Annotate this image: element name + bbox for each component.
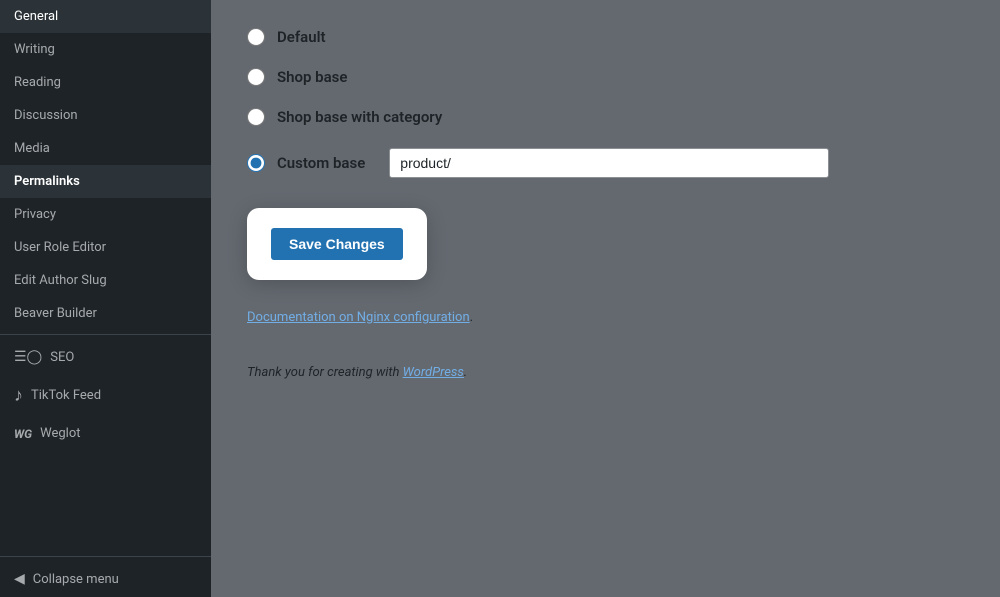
sidebar-item-edit-author-slug[interactable]: Edit Author Slug	[0, 264, 211, 297]
sidebar-item-label: Weglot	[40, 426, 80, 441]
sidebar-item-label: Beaver Builder	[14, 306, 97, 321]
radio-label-shop-base: Shop base	[277, 68, 347, 86]
sidebar-item-media[interactable]: Media	[0, 132, 211, 165]
footer-suffix: .	[464, 365, 467, 380]
radio-row-custom-base: Custom base	[247, 148, 964, 178]
tiktok-icon: ♪	[14, 385, 23, 406]
sidebar-item-label: Discussion	[14, 108, 78, 123]
radio-custom-base[interactable]	[247, 154, 265, 172]
main-content: Default Shop base Shop base with categor…	[211, 0, 1000, 597]
divider-1	[0, 334, 211, 335]
radio-row-default: Default	[247, 28, 964, 46]
weglot-icon: WG	[14, 427, 32, 441]
footer-text: Thank you for creating with WordPress.	[247, 365, 964, 380]
sidebar-item-label: Reading	[14, 75, 61, 90]
radio-label-default: Default	[277, 28, 326, 46]
sidebar-item-label: User Role Editor	[14, 240, 106, 255]
radio-label-shop-base-category: Shop base with category	[277, 108, 442, 126]
divider-2	[0, 556, 211, 557]
doc-suffix: .	[470, 310, 473, 325]
save-area: Save Changes	[247, 208, 964, 280]
radio-default[interactable]	[247, 28, 265, 46]
sidebar-item-collapse-menu[interactable]: ◀ Collapse menu	[0, 561, 211, 597]
sidebar-item-tiktok[interactable]: ♪ TikTok Feed	[0, 375, 211, 416]
footer-prefix: Thank you for creating with	[247, 365, 403, 380]
sidebar-item-writing[interactable]: Writing	[0, 33, 211, 66]
radio-row-shop-base: Shop base	[247, 68, 964, 86]
sidebar-item-label: Media	[14, 141, 50, 156]
radio-row-shop-base-category: Shop base with category	[247, 108, 964, 126]
custom-base-input[interactable]	[389, 148, 829, 178]
sidebar-item-label: Privacy	[14, 207, 56, 222]
sidebar-item-label: General	[14, 9, 58, 24]
sidebar-item-privacy[interactable]: Privacy	[0, 198, 211, 231]
sidebar-item-discussion[interactable]: Discussion	[0, 99, 211, 132]
sidebar-item-label: TikTok Feed	[31, 388, 101, 403]
sidebar: General Writing Reading Discussion Media…	[0, 0, 211, 597]
radio-shop-base-category[interactable]	[247, 108, 265, 126]
save-changes-button[interactable]: Save Changes	[271, 228, 403, 260]
sidebar-item-permalinks[interactable]: Permalinks	[0, 165, 211, 198]
sidebar-item-reading[interactable]: Reading	[0, 66, 211, 99]
radio-label-custom-base: Custom base	[277, 154, 365, 172]
collapse-icon: ◀	[14, 571, 25, 587]
sidebar-item-beaver-builder[interactable]: Beaver Builder	[0, 297, 211, 330]
wordpress-link[interactable]: WordPress	[403, 365, 464, 380]
sidebar-item-label: Permalinks	[14, 174, 80, 189]
radio-options-group: Default Shop base Shop base with categor…	[247, 28, 964, 178]
sidebar-item-weglot[interactable]: WG Weglot	[0, 416, 211, 451]
doc-link-area: Documentation on Nginx configuration.	[247, 310, 964, 325]
radio-shop-base[interactable]	[247, 68, 265, 86]
sidebar-item-seo[interactable]: ☰◯ SEO	[0, 339, 211, 375]
nginx-doc-link[interactable]: Documentation on Nginx configuration	[247, 310, 470, 325]
save-spotlight: Save Changes	[247, 208, 427, 280]
sidebar-item-user-role-editor[interactable]: User Role Editor	[0, 231, 211, 264]
sidebar-item-general[interactable]: General	[0, 0, 211, 33]
sidebar-item-label: Collapse menu	[33, 572, 119, 587]
seo-icon: ☰◯	[14, 349, 42, 365]
sidebar-item-label: Writing	[14, 42, 55, 57]
sidebar-item-label: Edit Author Slug	[14, 273, 107, 288]
sidebar-item-label: SEO	[50, 350, 74, 365]
